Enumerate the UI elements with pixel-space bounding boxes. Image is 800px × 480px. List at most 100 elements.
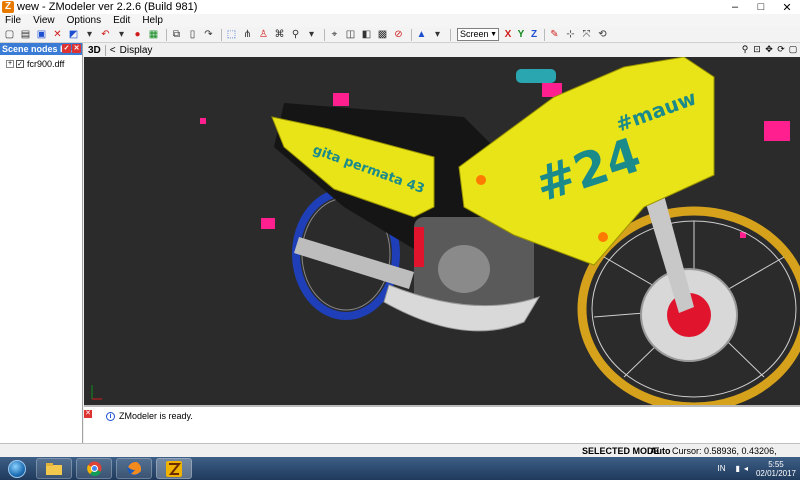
marker [200,118,206,124]
toolbar: ▢ ▤ ▣ ✕ ◩ ▾ ↶ ▾ ● ▦ ⧉ ▯ ↷ ⬚ ⋔ ♙ ⌘ ⚲ ▾ ⌖ … [0,27,800,43]
menu-options[interactable]: Options [62,15,108,26]
menu-file[interactable]: File [0,15,28,26]
dropdown-arrow-icon[interactable]: ▾ [115,29,128,41]
menu-view[interactable]: View [28,15,62,26]
viewport-3d[interactable]: #mauw #24 gita permata 43 [84,57,800,405]
status-bar: SELECTED MODE Auto Cursor: 0.58936, 0.43… [0,443,800,466]
toolbar-separator [450,28,451,41]
maximize-button[interactable]: □ [748,0,774,14]
menu-edit[interactable]: Edit [108,15,137,26]
toolbar-separator [221,28,222,41]
dropdown-arrow-icon[interactable]: ▾ [305,29,318,41]
rotate-gizmo-icon[interactable]: ⟲ [596,29,609,41]
nodes-icon[interactable]: ⌘ [273,29,286,41]
toolbar-separator [324,28,325,41]
coordinate-space-value: Screen [460,29,489,39]
indicator-light [476,175,486,185]
paint-icon[interactable]: ✎ [548,29,561,41]
undo-icon[interactable]: ↶ [99,29,112,41]
minimize-button[interactable]: – [722,0,748,14]
axis-gizmo [91,385,102,400]
indicator-light [598,232,608,242]
close-panel-icon[interactable]: ✕ [72,44,81,53]
coordinate-space-select[interactable]: Screen ▼ [457,28,499,41]
scale-gizmo-icon[interactable]: ⤧ [580,29,593,41]
handlebar-grip [516,69,556,83]
marker [261,218,275,229]
delete-icon[interactable]: ✕ [51,29,64,41]
auto-status: Auto [650,446,671,456]
pin-panel-icon[interactable]: ✓ [62,44,71,53]
scene-nodes-header: Scene nodes br... ✓ ✕ [0,43,82,55]
axis-x-toggle[interactable]: X [502,29,514,41]
record-icon[interactable]: ● [131,29,144,41]
taskbar: IN ▮ ◂ 5:55 02/01/2017 [0,457,800,480]
marker [333,93,349,106]
redo-icon[interactable]: ↷ [202,29,215,41]
close-button[interactable]: ✕ [774,0,800,14]
visibility-checkbox[interactable]: ✓ [16,60,24,68]
toolbar-separator [411,28,412,41]
pan-icon[interactable]: ✥ [764,44,774,55]
tree-item[interactable]: + ✓ fcr900.dff [0,59,82,69]
rotate-view-icon[interactable]: ⟳ [776,44,786,55]
hierarchy-icon[interactable]: ⋔ [241,29,254,41]
display-menu[interactable]: Display [120,45,153,56]
taskbar-firefox[interactable] [116,458,152,479]
taskbar-zmodeler[interactable] [156,458,192,479]
select-edge-icon[interactable]: ◫ [344,29,357,41]
chrome-icon [86,461,101,476]
axis-z-toggle[interactable]: Z [528,29,540,41]
dropdown-arrow-icon[interactable]: ▾ [83,29,96,41]
dropdown-arrow-icon[interactable]: ▾ [431,29,444,41]
axis-gizmo-icon[interactable]: ⊹ [564,29,577,41]
expand-icon[interactable]: + [6,60,14,68]
zmodeler-icon[interactable]: Z [2,1,14,13]
marker [764,121,790,141]
menu-bar: File View Options Edit Help [0,14,800,27]
taskbar-chrome[interactable] [76,458,112,479]
select-object-icon[interactable]: ▩ [376,29,389,41]
firefox-icon [127,461,141,476]
viewport-header: 3D < Display ⚲ ⊡ ✥ ⟳ ▢ [84,43,800,57]
select-icon[interactable]: ⬚ [225,29,238,41]
menu-help[interactable]: Help [137,15,170,26]
walk-icon[interactable]: ♙ [257,29,270,41]
axis-y-toggle[interactable]: Y [515,29,527,41]
language-indicator[interactable]: IN [718,464,726,473]
toolbar-separator [544,28,545,41]
texture-icon[interactable]: ▦ [147,29,160,41]
pin-icon[interactable]: ⚲ [289,29,302,41]
windows-logo-icon [8,459,26,478]
start-button[interactable] [2,458,32,480]
stop-icon[interactable]: ⊘ [392,29,405,41]
zoom-extents-icon[interactable]: ⊡ [752,44,762,55]
save-icon[interactable]: ▣ [35,29,48,41]
volume-icon[interactable]: ◂ [744,464,748,473]
view-tab-3d[interactable]: 3D [84,44,106,56]
open-folder-icon[interactable]: ▤ [19,29,32,41]
import-icon[interactable]: ◩ [67,29,80,41]
log-message: ZModeler is ready. [119,411,193,421]
zoom-icon[interactable]: ⚲ [740,44,750,55]
select-vertex-icon[interactable]: ⌖ [328,29,341,41]
window-title: wew - ZModeler ver 2.2.6 (Build 981) [17,1,198,13]
rear-shock [414,227,424,267]
maximize-viewport-icon[interactable]: ▢ [788,44,798,55]
new-file-icon[interactable]: ▢ [3,29,16,41]
copy-icon[interactable]: ⧉ [170,29,183,41]
network-icon[interactable]: ▮ [736,464,740,473]
paste-icon[interactable]: ▯ [186,29,199,41]
chevron-down-icon: ▼ [490,31,497,38]
clock[interactable]: 5:55 02/01/2017 [756,460,796,478]
tree-item-label: fcr900.dff [27,59,65,69]
engine-cover [438,245,490,293]
close-log-icon[interactable]: ✕ [84,410,92,418]
folder-icon [46,463,62,475]
log-panel: ✕ i ZModeler is ready. [84,405,800,443]
motorcycle-render: #mauw #24 gita permata 43 [91,57,800,405]
select-face-icon[interactable]: ◧ [360,29,373,41]
pyramid-icon[interactable]: ▲ [415,29,428,41]
taskbar-explorer[interactable] [36,458,72,479]
nav-back-button[interactable]: < [110,45,116,56]
